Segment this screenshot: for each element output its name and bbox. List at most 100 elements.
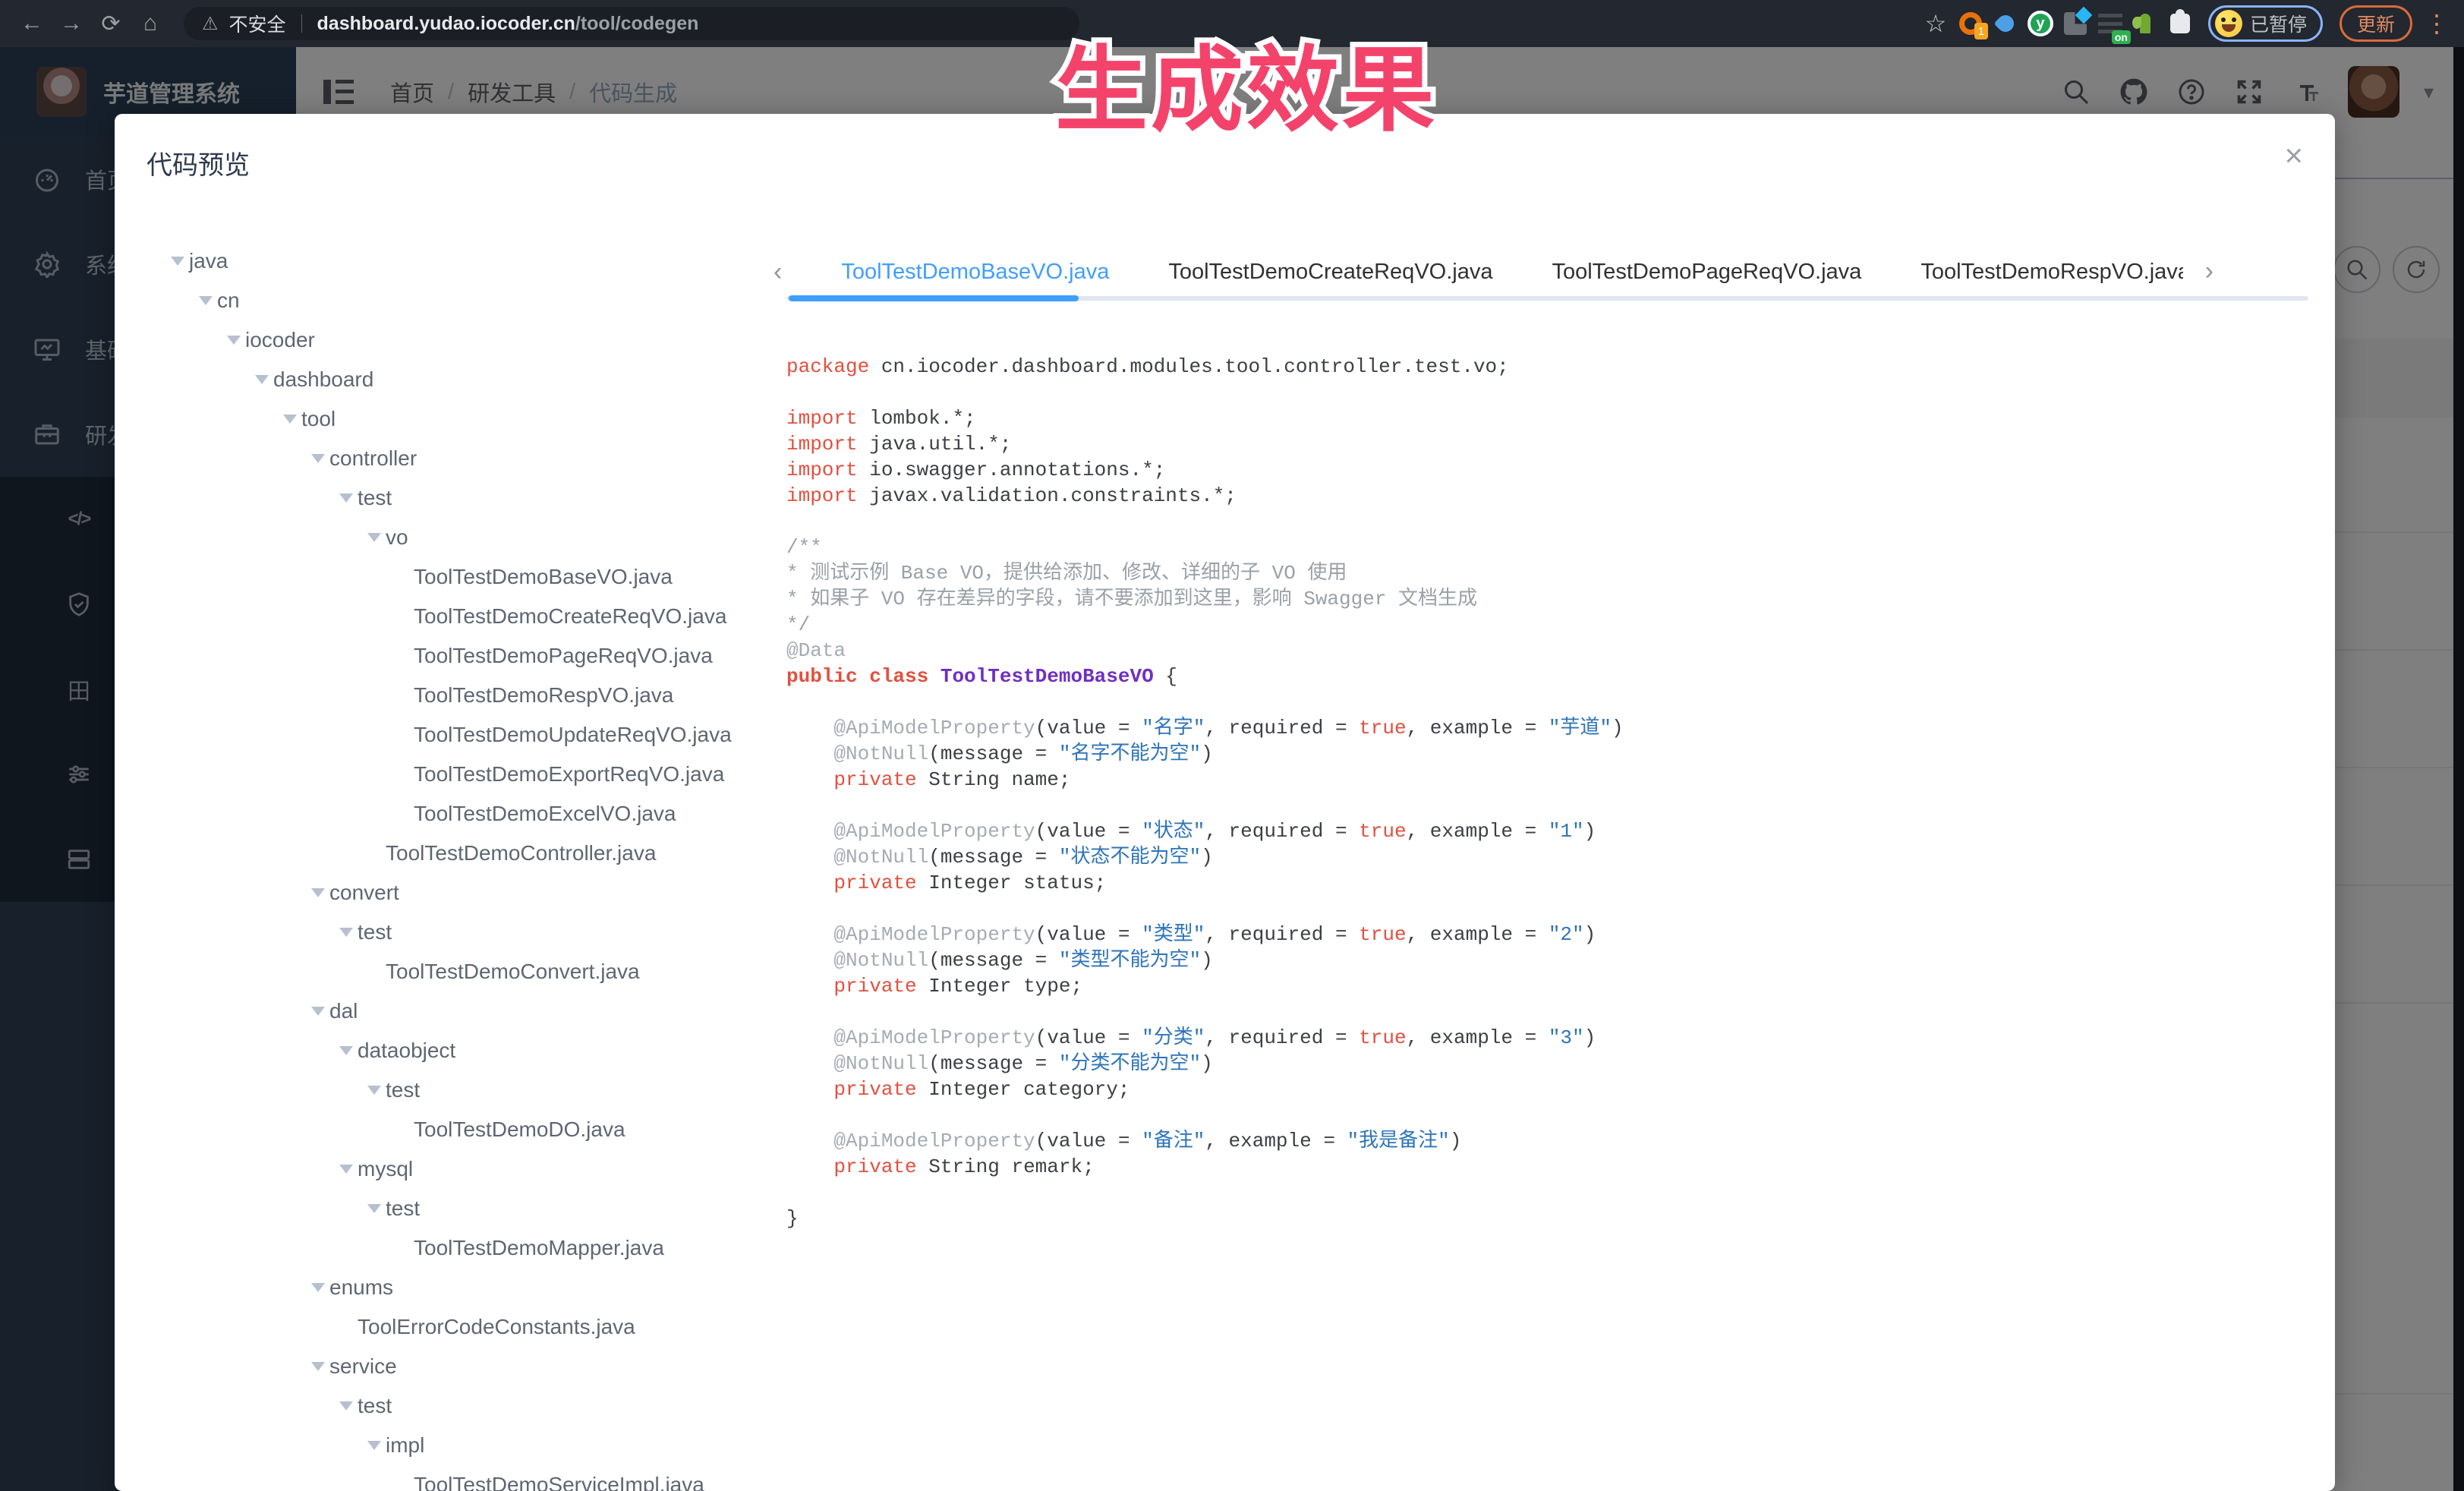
code-line: @ApiModelProperty(value = "名字", required… bbox=[786, 715, 2289, 741]
reload-icon[interactable]: ⟳ bbox=[94, 7, 128, 40]
tree-label: ToolTestDemoUpdateReqVO.java bbox=[414, 723, 732, 747]
close-icon[interactable]: × bbox=[2284, 140, 2303, 172]
code-line: @NotNull(message = "名字不能为空") bbox=[786, 741, 2289, 767]
code-line: private String name; bbox=[786, 767, 2289, 793]
tree-label: test bbox=[386, 1196, 420, 1221]
tree-folder-item[interactable]: convert bbox=[145, 873, 783, 913]
tree-folder-item[interactable]: controller bbox=[145, 439, 783, 478]
tree-folder-item[interactable]: java bbox=[145, 241, 783, 281]
tree-label: enums bbox=[329, 1275, 393, 1300]
tree-folder-item[interactable]: test bbox=[145, 1189, 783, 1228]
forward-icon[interactable]: → bbox=[55, 7, 88, 40]
tab-resp-vo[interactable]: ToolTestDemoRespVO.java bbox=[1920, 260, 2183, 285]
tree-file-item[interactable]: ToolTestDemoExcelVO.java bbox=[145, 794, 783, 834]
tree-file-item[interactable]: ToolTestDemoServiceImpl.java bbox=[145, 1465, 783, 1491]
code-line: private Integer category; bbox=[786, 1076, 2289, 1102]
tree-file-item[interactable]: ToolErrorCodeConstants.java bbox=[145, 1307, 783, 1347]
tree-label: ToolTestDemoExcelVO.java bbox=[414, 802, 676, 826]
tree-label: test bbox=[358, 486, 392, 510]
code-line: } bbox=[786, 1206, 2289, 1231]
bookmark-star-icon[interactable]: ☆ bbox=[1921, 9, 1950, 38]
tree-label: ToolTestDemoExportReqVO.java bbox=[414, 762, 724, 786]
window-edge-strip bbox=[2453, 47, 2464, 1491]
tree-file-item[interactable]: ToolTestDemoUpdateReqVO.java bbox=[145, 715, 783, 755]
tree-label: mysql bbox=[358, 1157, 413, 1181]
profile-avatar-emoji bbox=[2215, 10, 2242, 37]
not-secure-warning-icon: ⚠ bbox=[202, 13, 219, 35]
tree-label: ToolTestDemoCreateReqVO.java bbox=[414, 604, 726, 629]
tree-folder-item[interactable]: enums bbox=[145, 1268, 783, 1307]
code-line: import lombok.*; bbox=[786, 405, 2289, 431]
tree-label: ToolErrorCodeConstants.java bbox=[358, 1315, 635, 1339]
tree-file-item[interactable]: ToolTestDemoDO.java bbox=[145, 1110, 783, 1149]
tree-folder-item[interactable]: dal bbox=[145, 991, 783, 1031]
tree-label: dataobject bbox=[358, 1039, 455, 1063]
tree-file-item[interactable]: ToolTestDemoController.java bbox=[145, 834, 783, 873]
tree-folder-item[interactable]: impl bbox=[145, 1426, 783, 1465]
browser-menu-icon[interactable]: ⋮ bbox=[2425, 9, 2449, 38]
tree-file-item[interactable]: ToolTestDemoPageReqVO.java bbox=[145, 636, 783, 676]
extension-squares-icon[interactable] bbox=[2061, 9, 2090, 38]
dialog-title: 代码预览 bbox=[147, 144, 250, 181]
tree-folder-item[interactable]: cn bbox=[145, 281, 783, 320]
tree-file-item[interactable]: ToolTestDemoMapper.java bbox=[145, 1228, 783, 1268]
extension-list-icon[interactable]: on bbox=[2096, 9, 2125, 38]
code-line: @ApiModelProperty(value = "分类", required… bbox=[786, 1025, 2289, 1051]
tab-base-vo[interactable]: ToolTestDemoBaseVO.java bbox=[841, 260, 1109, 285]
tree-label: controller bbox=[329, 446, 417, 471]
url-text: dashboard.yudao.iocoder.cn/tool/codegen bbox=[317, 13, 699, 35]
tree-file-item[interactable]: ToolTestDemoRespVO.java bbox=[145, 676, 783, 715]
code-line: public class ToolTestDemoBaseVO { bbox=[786, 664, 2289, 689]
tree-label: ToolTestDemoServiceImpl.java bbox=[414, 1473, 704, 1491]
tabs-scroll-left-icon[interactable]: ‹ bbox=[774, 257, 782, 287]
tree-label: dal bbox=[329, 999, 358, 1023]
tree-folder-item[interactable]: test bbox=[145, 478, 783, 518]
tree-label: iocoder bbox=[245, 328, 315, 352]
code-line bbox=[786, 509, 2289, 534]
file-tree: java cniocoder dashboard tool controller test… bbox=[145, 241, 783, 1491]
tree-label: test bbox=[358, 1394, 392, 1418]
extension-drop-icon[interactable] bbox=[1991, 9, 2020, 38]
tree-file-item[interactable]: ToolTestDemoConvert.java bbox=[145, 952, 783, 991]
tree-folder-item[interactable]: dashboard bbox=[145, 360, 783, 399]
tree-folder-item[interactable]: iocoder bbox=[145, 320, 783, 360]
tree-label: vo bbox=[386, 525, 408, 550]
tabs-scroll-right-icon[interactable]: › bbox=[2205, 257, 2214, 286]
extensions-puzzle-icon[interactable] bbox=[2166, 9, 2195, 38]
tree-file-item[interactable]: ToolTestDemoExportReqVO.java bbox=[145, 755, 783, 794]
tree-label: cn bbox=[217, 288, 240, 313]
extension-orange-icon[interactable]: 1 bbox=[1956, 9, 1985, 38]
tree-label: tool bbox=[301, 407, 336, 431]
address-bar[interactable]: ⚠ 不安全 dashboard.yudao.iocoder.cn/tool/co… bbox=[184, 7, 1079, 40]
tree-folder-item[interactable]: service bbox=[145, 1347, 783, 1386]
tree-folder-item[interactable]: tool bbox=[145, 399, 783, 439]
code-line: @NotNull(message = "类型不能为空") bbox=[786, 947, 2289, 973]
code-line bbox=[786, 793, 2289, 818]
code-line bbox=[786, 999, 2289, 1025]
code-line: */ bbox=[786, 612, 2289, 638]
extension-green-icon[interactable]: y bbox=[2026, 9, 2055, 38]
tab-page-req-vo[interactable]: ToolTestDemoPageReqVO.java bbox=[1552, 260, 1861, 285]
tree-label: java bbox=[189, 249, 228, 273]
extension-plant-icon[interactable] bbox=[2131, 9, 2160, 38]
tree-folder-item[interactable]: test bbox=[145, 1386, 783, 1426]
back-icon[interactable]: ← bbox=[15, 7, 49, 40]
code-line: import io.swagger.annotations.*; bbox=[786, 457, 2289, 483]
tree-label: service bbox=[329, 1354, 397, 1379]
tree-label: test bbox=[386, 1078, 420, 1102]
code-line: @ApiModelProperty(value = "类型", required… bbox=[786, 922, 2289, 947]
tree-folder-item[interactable]: vo bbox=[145, 518, 783, 557]
code-line: @ApiModelProperty(value = "备注", example … bbox=[786, 1128, 2289, 1154]
profile-paused-chip[interactable]: 已暂停 bbox=[2208, 5, 2323, 42]
tree-folder-item[interactable]: test bbox=[145, 913, 783, 952]
tab-create-req-vo[interactable]: ToolTestDemoCreateReqVO.java bbox=[1168, 260, 1492, 285]
tree-file-item[interactable]: ToolTestDemoBaseVO.java bbox=[145, 557, 783, 597]
code-viewer[interactable]: package cn.iocoder.dashboard.modules.too… bbox=[786, 354, 2289, 1491]
tree-folder-item[interactable]: test bbox=[145, 1070, 783, 1110]
code-line: import java.util.*; bbox=[786, 431, 2289, 457]
home-icon[interactable]: ⌂ bbox=[134, 7, 167, 40]
tree-folder-item[interactable]: dataobject bbox=[145, 1031, 783, 1070]
tree-folder-item[interactable]: mysql bbox=[145, 1149, 783, 1189]
tree-file-item[interactable]: ToolTestDemoCreateReqVO.java bbox=[145, 597, 783, 636]
chrome-update-button[interactable]: 更新 bbox=[2340, 5, 2412, 42]
